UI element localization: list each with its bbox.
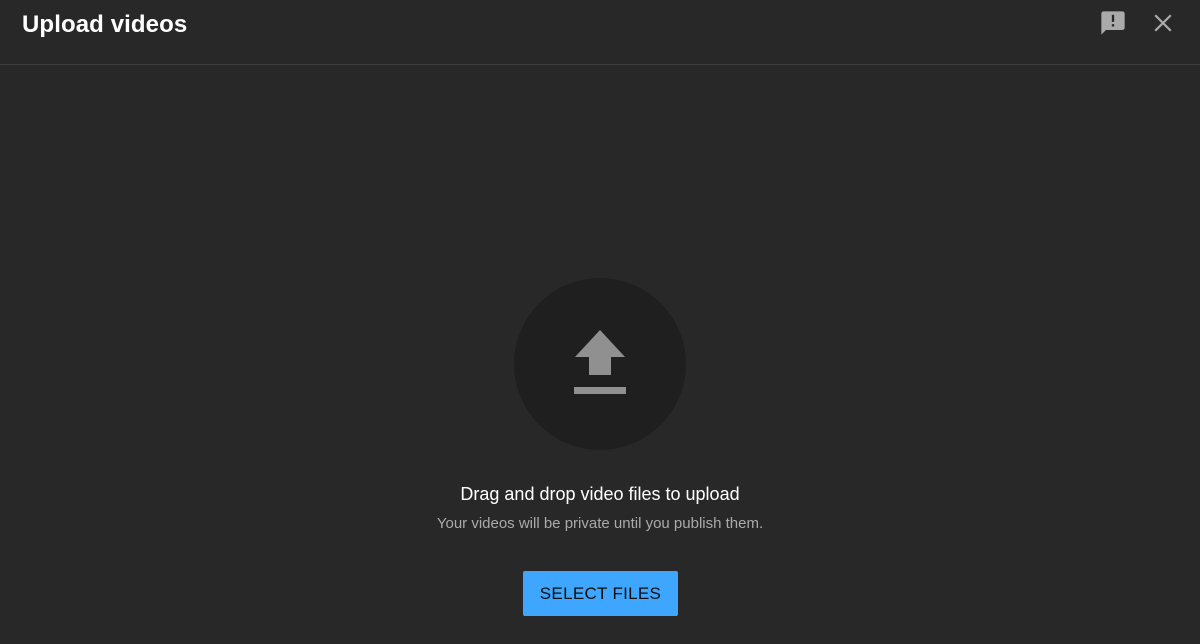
upload-arrow-icon bbox=[573, 328, 627, 401]
close-icon bbox=[1151, 11, 1175, 40]
upload-drop-target[interactable] bbox=[514, 278, 686, 450]
close-button[interactable] bbox=[1148, 9, 1178, 41]
dialog-header: Upload videos bbox=[0, 0, 1200, 65]
dropzone-primary-text: Drag and drop video files to upload bbox=[460, 484, 740, 504]
upload-dialog: Upload videos Drag and drop video files … bbox=[0, 0, 1200, 644]
feedback-icon bbox=[1099, 9, 1127, 42]
dialog-title: Upload videos bbox=[22, 11, 188, 38]
feedback-button[interactable] bbox=[1098, 9, 1128, 41]
select-files-button[interactable]: SELECT FILES bbox=[523, 571, 678, 616]
dropzone-secondary-text: Your videos will be private until you pu… bbox=[436, 515, 764, 532]
